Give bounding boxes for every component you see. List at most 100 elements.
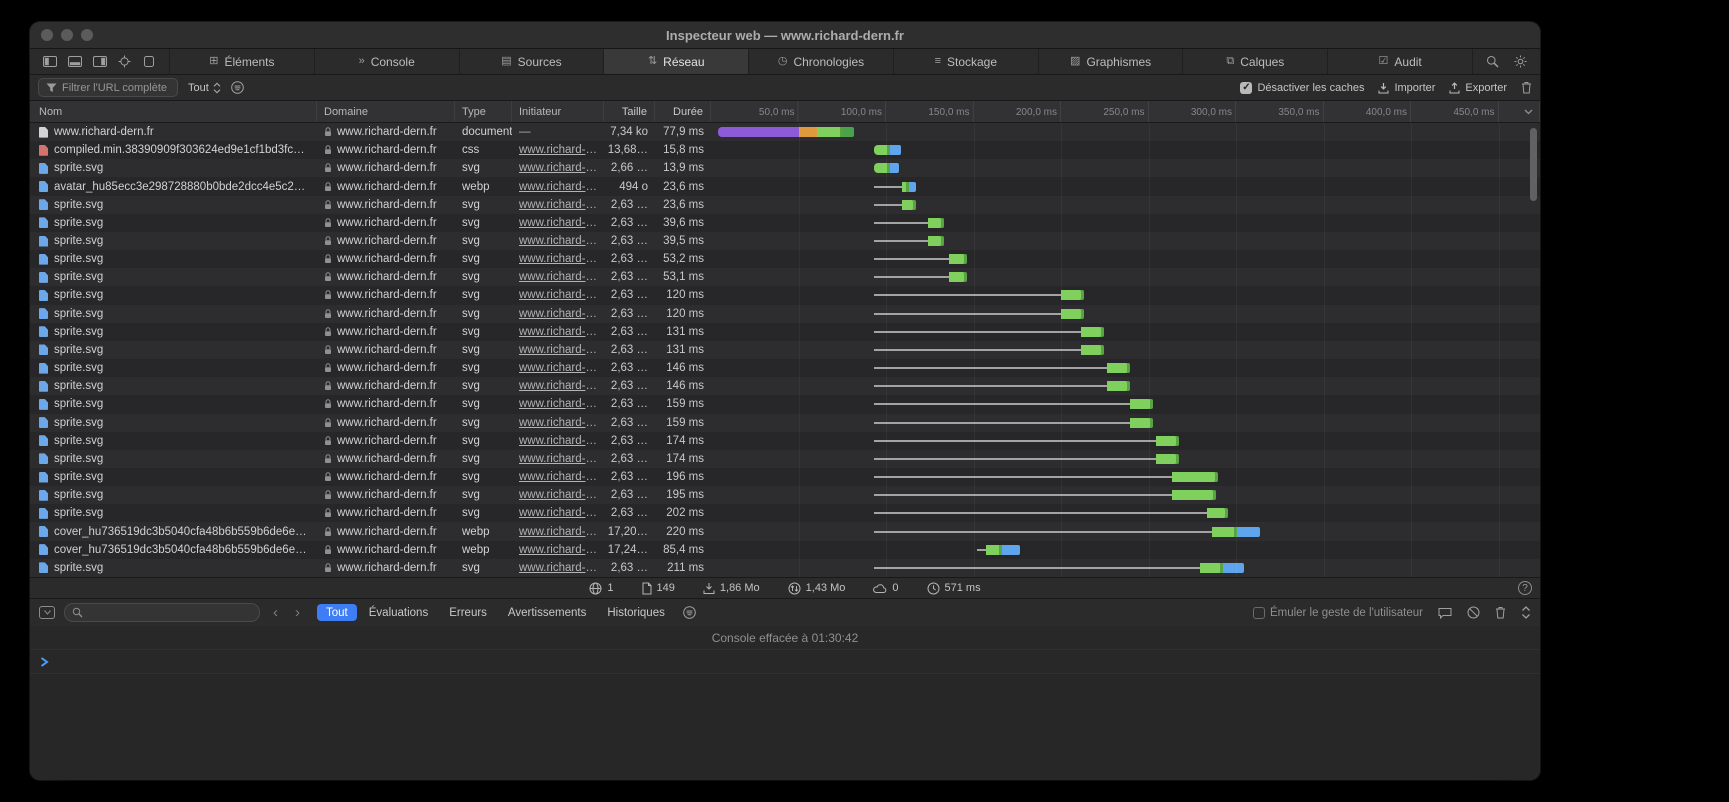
request-initiator[interactable]: www.richard-d…: [519, 453, 597, 465]
console-scope-erreurs[interactable]: Erreurs: [440, 604, 496, 621]
network-request-row[interactable]: sprite.svg www.richard-dern.fr svg www.r…: [30, 286, 1540, 304]
url-filter-field[interactable]: [38, 78, 178, 97]
request-initiator[interactable]: www.richard-d…: [519, 435, 597, 447]
trash-icon[interactable]: [1521, 81, 1532, 94]
request-initiator[interactable]: www.richard-d…: [519, 471, 597, 483]
console-prompt[interactable]: [30, 650, 1540, 674]
request-initiator[interactable]: www.richard-d…: [519, 271, 597, 283]
column-header-initiator[interactable]: Initiateur: [512, 101, 604, 122]
column-header-duration[interactable]: Durée: [655, 101, 711, 122]
tab-console[interactable]: » Console: [314, 49, 459, 74]
request-initiator[interactable]: www.richard-d…: [519, 199, 597, 211]
tab-sources[interactable]: ▤ Sources: [459, 49, 604, 74]
request-initiator[interactable]: www.richard-d…: [519, 144, 597, 156]
network-request-row[interactable]: sprite.svg www.richard-dern.fr svg www.r…: [30, 196, 1540, 214]
tab-chronologies[interactable]: ◷ Chronologies: [748, 49, 893, 74]
export-button[interactable]: Exporter: [1449, 82, 1507, 94]
close-window-button[interactable]: [41, 29, 53, 41]
request-initiator[interactable]: www.richard-d…: [519, 507, 597, 519]
network-request-row[interactable]: cover_hu736519dc3b5040cfa48b6b559b6de6ec…: [30, 522, 1540, 540]
network-request-row[interactable]: sprite.svg www.richard-dern.fr svg www.r…: [30, 486, 1540, 504]
network-request-row[interactable]: sprite.svg www.richard-dern.fr svg www.r…: [30, 504, 1540, 522]
zoom-window-button[interactable]: [81, 29, 93, 41]
resource-type-dropdown[interactable]: Tout: [188, 82, 221, 94]
column-header-name[interactable]: Nom: [30, 101, 317, 122]
console-scope-évaluations[interactable]: Évaluations: [360, 604, 437, 621]
request-initiator[interactable]: www.richard-d…: [519, 526, 597, 538]
column-header-size[interactable]: Taille: [604, 101, 655, 122]
filter-options-icon[interactable]: [231, 81, 244, 94]
tab-calques[interactable]: ⧉ Calques: [1182, 49, 1327, 74]
network-request-row[interactable]: sprite.svg www.richard-dern.fr svg www.r…: [30, 468, 1540, 486]
disable-caches-control[interactable]: ✓ Désactiver les caches: [1240, 82, 1364, 94]
dock-side-left-icon[interactable]: [43, 56, 57, 67]
network-request-row[interactable]: sprite.svg www.richard-dern.fr svg www.r…: [30, 305, 1540, 323]
console-scope-tout[interactable]: Tout: [317, 604, 357, 621]
network-request-row[interactable]: sprite.svg www.richard-dern.fr svg www.r…: [30, 232, 1540, 250]
request-initiator[interactable]: www.richard-d…: [519, 489, 597, 501]
responsive-device-icon[interactable]: [142, 56, 156, 67]
network-request-row[interactable]: avatar_hu85ecc3e298728880b0bde2dcc4e5c23…: [30, 177, 1540, 195]
request-initiator[interactable]: www.richard-d…: [519, 326, 597, 338]
dock-side-right-icon[interactable]: [93, 56, 107, 67]
disable-caches-checkbox[interactable]: ✓: [1240, 82, 1252, 94]
network-request-row[interactable]: sprite.svg www.richard-dern.fr svg www.r…: [30, 559, 1540, 577]
inspect-element-icon[interactable]: [118, 55, 131, 68]
clear-console-icon[interactable]: [1467, 606, 1480, 619]
request-initiator[interactable]: www.richard-d…: [519, 289, 597, 301]
next-result-button[interactable]: ›: [291, 605, 304, 620]
request-initiator[interactable]: www.richard-d…: [519, 181, 597, 193]
network-request-row[interactable]: sprite.svg www.richard-dern.fr svg www.r…: [30, 268, 1540, 286]
request-initiator[interactable]: www.richard-d…: [519, 162, 597, 174]
network-request-row[interactable]: sprite.svg www.richard-dern.fr svg www.r…: [30, 414, 1540, 432]
request-initiator[interactable]: www.richard-d…: [519, 362, 597, 374]
search-icon[interactable]: [1486, 55, 1499, 68]
url-filter-input[interactable]: [62, 82, 170, 94]
vertical-scrollbar[interactable]: [1530, 128, 1537, 201]
network-request-row[interactable]: sprite.svg www.richard-dern.fr svg www.r…: [30, 377, 1540, 395]
help-button[interactable]: ?: [1518, 581, 1532, 595]
column-header-domain[interactable]: Domaine: [317, 101, 455, 122]
import-button[interactable]: Importer: [1378, 82, 1435, 94]
column-header-type[interactable]: Type: [455, 101, 512, 122]
tab-stockage[interactable]: ≡ Stockage: [893, 49, 1038, 74]
request-initiator[interactable]: www.richard-d…: [519, 398, 597, 410]
emulate-user-gesture-control[interactable]: Émuler le geste de l'utilisateur: [1253, 607, 1423, 619]
network-request-row[interactable]: sprite.svg www.richard-dern.fr svg www.r…: [30, 250, 1540, 268]
dock-bottom-icon[interactable]: [68, 56, 82, 67]
console-filter-icon[interactable]: [39, 606, 55, 619]
network-request-row[interactable]: compiled.min.38390909f303624ed9e1cf1bd3f…: [30, 141, 1540, 159]
chevron-down-icon[interactable]: [1524, 109, 1533, 115]
message-type-icon[interactable]: [683, 606, 696, 619]
network-request-row[interactable]: cover_hu736519dc3b5040cfa48b6b559b6de6ec…: [30, 541, 1540, 559]
request-initiator[interactable]: www.richard-d…: [519, 217, 597, 229]
tab-graphismes[interactable]: ▨ Graphismes: [1038, 49, 1183, 74]
emulate-user-gesture-checkbox[interactable]: [1253, 607, 1265, 619]
network-request-row[interactable]: sprite.svg www.richard-dern.fr svg www.r…: [30, 432, 1540, 450]
network-request-row[interactable]: www.richard-dern.fr www.richard-dern.fr …: [30, 123, 1540, 141]
console-search-field[interactable]: [64, 603, 260, 622]
request-initiator[interactable]: www.richard-d…: [519, 253, 597, 265]
tab-éléments[interactable]: ⊞ Éléments: [169, 49, 314, 74]
trash-icon[interactable]: [1495, 606, 1506, 619]
network-request-row[interactable]: sprite.svg www.richard-dern.fr svg www.r…: [30, 341, 1540, 359]
network-request-row[interactable]: sprite.svg www.richard-dern.fr svg www.r…: [30, 323, 1540, 341]
tab-réseau[interactable]: ⇅ Réseau: [603, 49, 748, 74]
expand-console-icon[interactable]: [1521, 606, 1531, 619]
request-initiator[interactable]: www.richard-d…: [519, 308, 597, 320]
console-messages-icon[interactable]: [1438, 607, 1452, 619]
tab-audit[interactable]: ☑ Audit: [1327, 49, 1472, 74]
previous-result-button[interactable]: ‹: [269, 605, 282, 620]
console-scope-historiques[interactable]: Historiques: [598, 604, 674, 621]
network-request-row[interactable]: sprite.svg www.richard-dern.fr svg www.r…: [30, 214, 1540, 232]
request-initiator[interactable]: www.richard-d…: [519, 380, 597, 392]
request-initiator[interactable]: www.richard-d…: [519, 544, 597, 556]
minimize-window-button[interactable]: [61, 29, 73, 41]
network-request-row[interactable]: sprite.svg www.richard-dern.fr svg www.r…: [30, 359, 1540, 377]
console-scope-avertissements[interactable]: Avertissements: [499, 604, 595, 621]
gear-icon[interactable]: [1514, 55, 1527, 68]
network-request-row[interactable]: sprite.svg www.richard-dern.fr svg www.r…: [30, 450, 1540, 468]
network-request-row[interactable]: sprite.svg www.richard-dern.fr svg www.r…: [30, 159, 1540, 177]
network-request-row[interactable]: sprite.svg www.richard-dern.fr svg www.r…: [30, 395, 1540, 413]
request-initiator[interactable]: www.richard-d…: [519, 417, 597, 429]
